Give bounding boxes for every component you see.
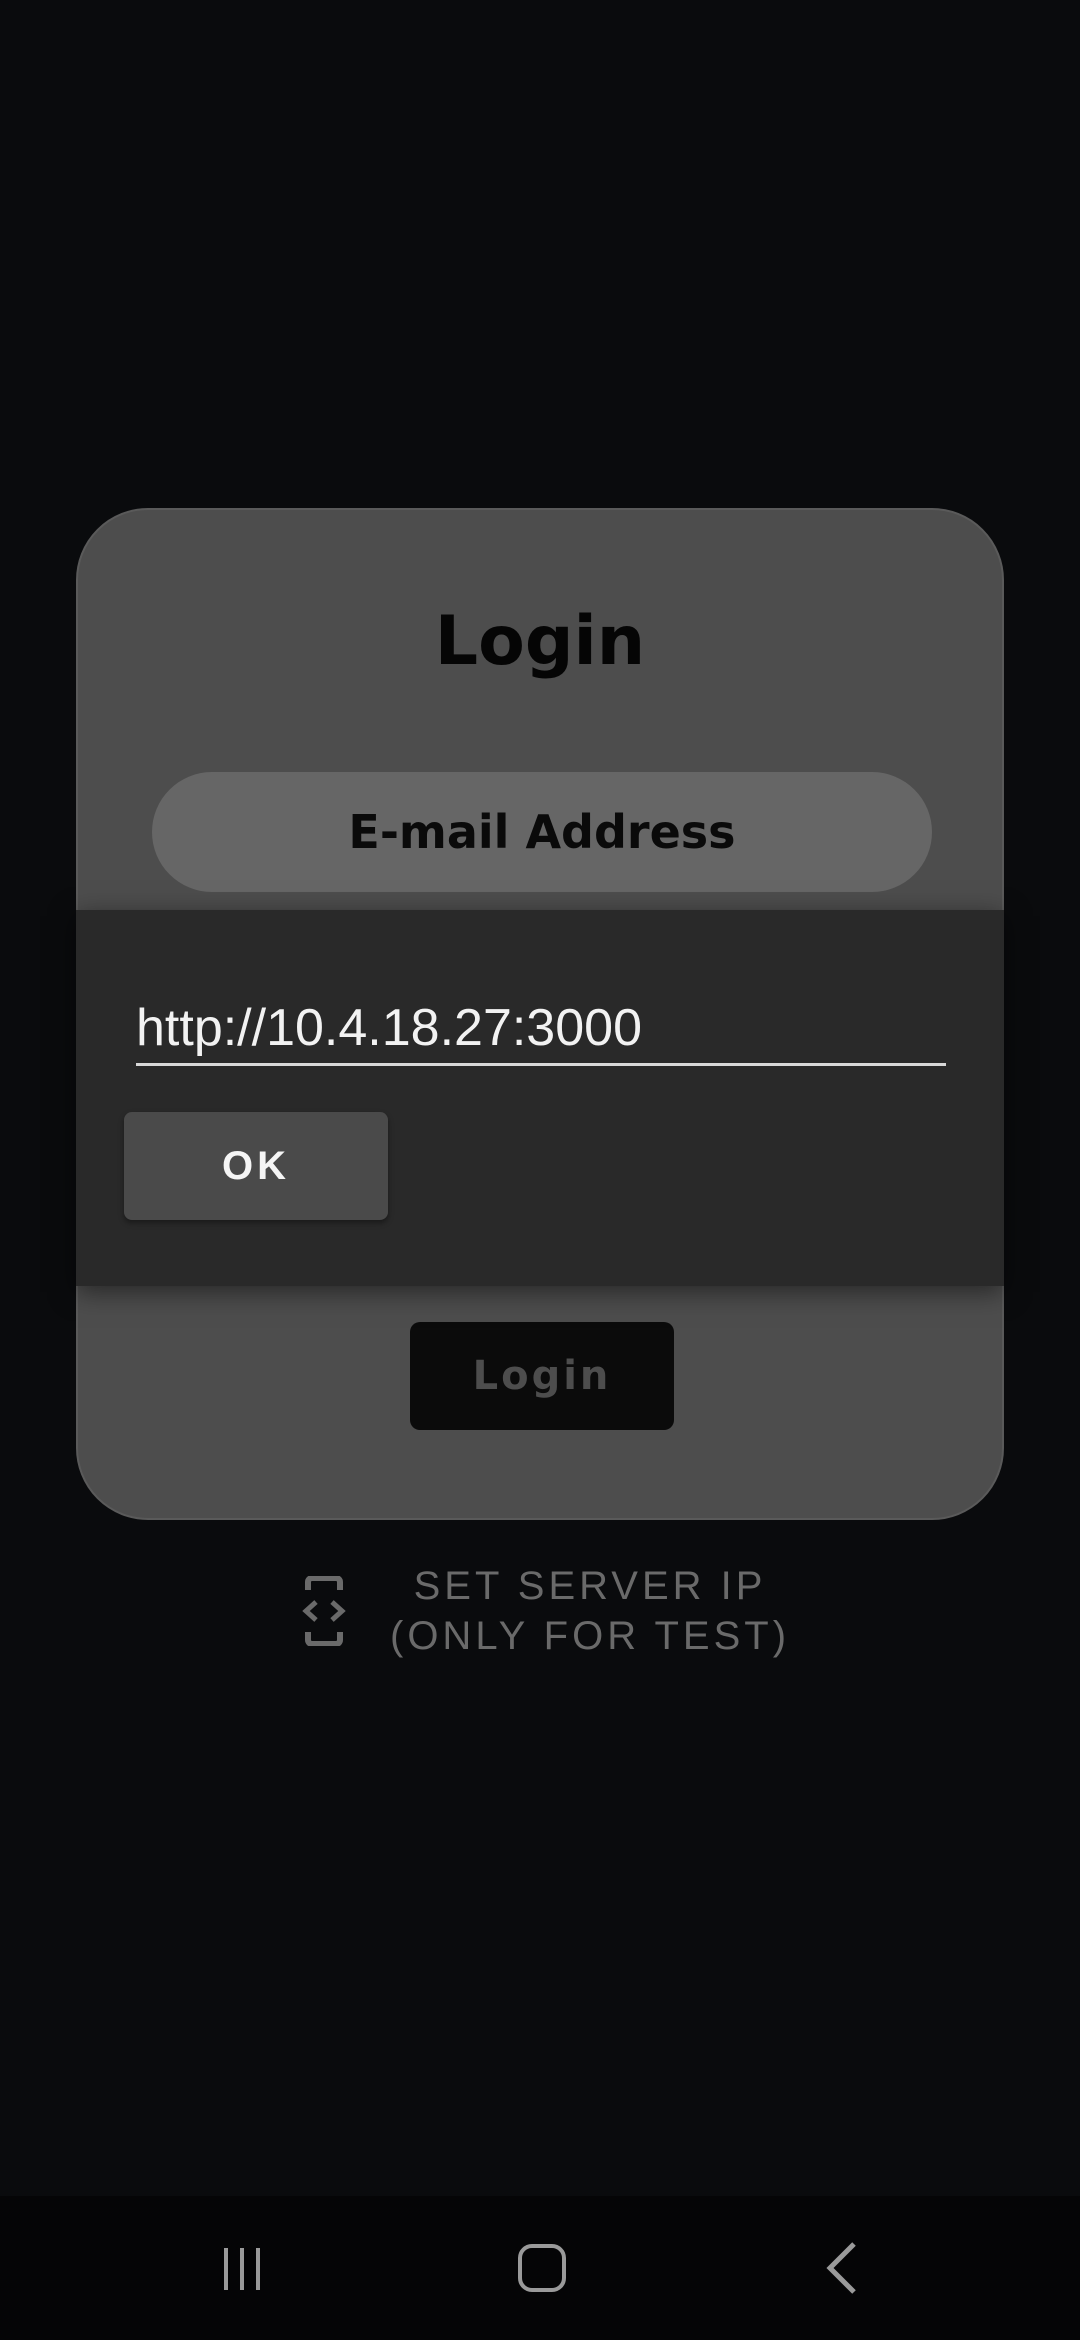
home-icon bbox=[518, 2244, 566, 2292]
home-button[interactable] bbox=[462, 2196, 622, 2340]
back-icon bbox=[826, 2242, 856, 2294]
server-ip-input[interactable] bbox=[136, 992, 946, 1066]
email-field[interactable]: E-mail Address bbox=[152, 772, 932, 892]
screen: Login E-mail Address Login OK SET SERVER… bbox=[0, 0, 1080, 2340]
set-server-ip-label: SET SERVER IP (ONLY FOR TEST) bbox=[390, 1561, 790, 1661]
ok-button[interactable]: OK bbox=[124, 1112, 388, 1220]
set-server-ip-line2: (ONLY FOR TEST) bbox=[390, 1614, 791, 1658]
login-button[interactable]: Login bbox=[410, 1322, 674, 1430]
recents-icon bbox=[224, 2248, 260, 2290]
login-title: Login bbox=[434, 602, 646, 681]
developer-mode-icon bbox=[302, 1576, 346, 1646]
server-ip-dialog: OK bbox=[76, 910, 1004, 1286]
set-server-ip-link[interactable]: SET SERVER IP (ONLY FOR TEST) bbox=[300, 1556, 800, 1666]
back-button[interactable] bbox=[766, 2196, 926, 2340]
set-server-ip-line1: SET SERVER IP bbox=[413, 1564, 767, 1608]
recents-button[interactable] bbox=[162, 2196, 322, 2340]
navigation-bar bbox=[0, 2196, 1080, 2340]
